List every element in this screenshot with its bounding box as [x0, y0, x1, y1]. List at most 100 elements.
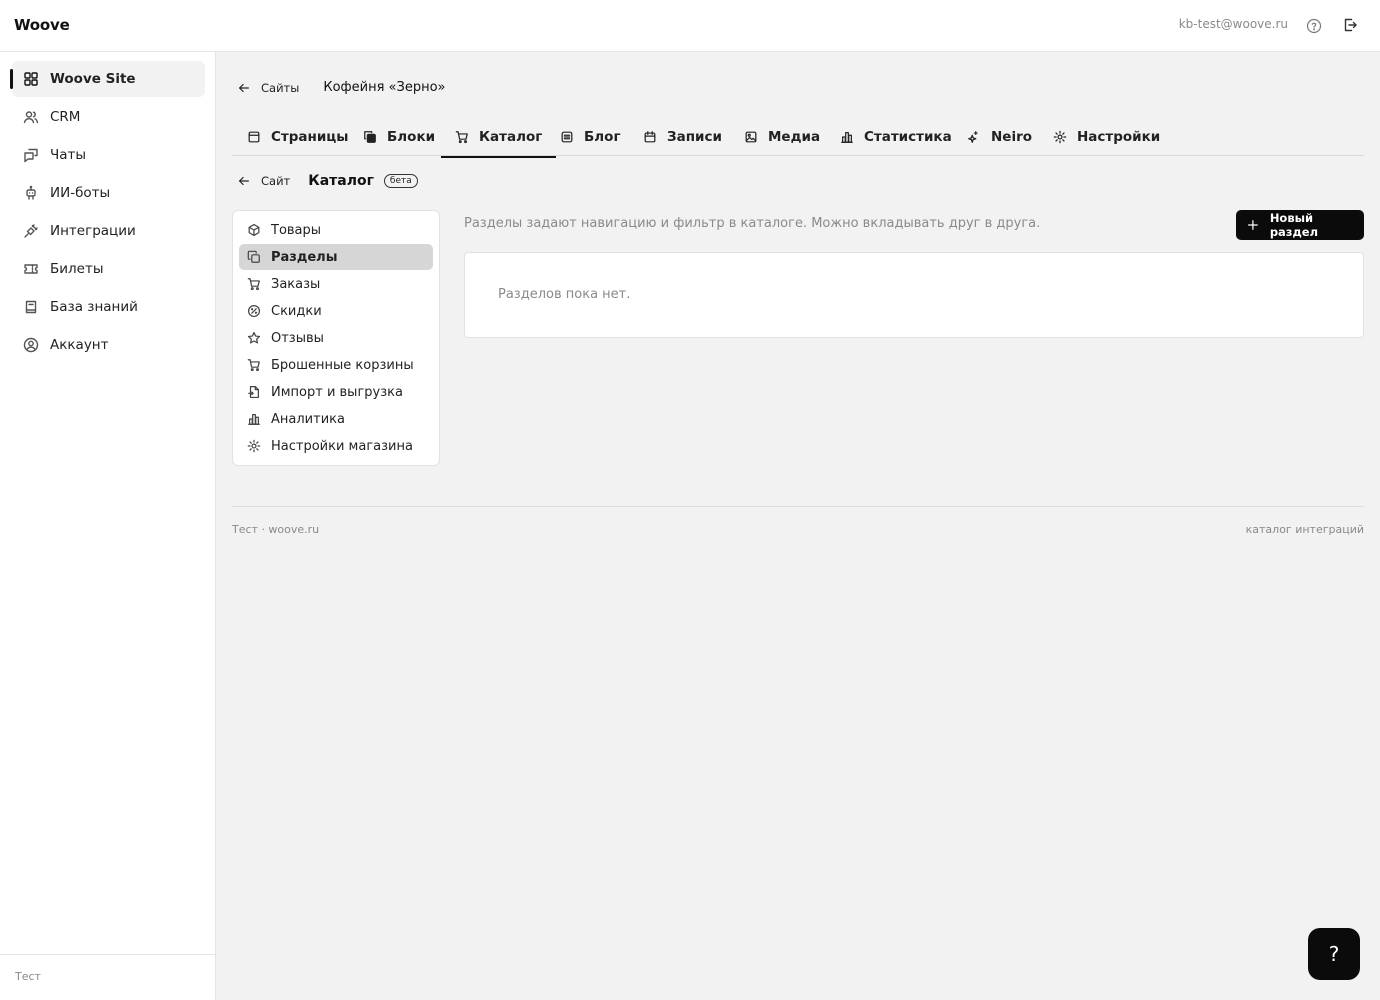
menu-label: Брошенные корзины [271, 357, 414, 373]
cart-icon [247, 359, 260, 372]
tab-settings[interactable]: Настройки [1053, 118, 1160, 156]
users-icon [23, 111, 39, 124]
tab-neiro[interactable]: Neiro [967, 118, 1032, 156]
sidebar-item-tickets[interactable]: Билеты [12, 251, 205, 287]
tab-media[interactable]: Медиа [744, 118, 820, 156]
tab-catalog[interactable]: Каталог [440, 118, 557, 158]
catalog-menu-import-export[interactable]: Импорт и выгрузка [239, 379, 433, 405]
book-icon [25, 300, 37, 314]
copy-icon [247, 250, 260, 263]
calendar-icon [644, 131, 656, 143]
list-icon [561, 131, 573, 143]
menu-label: Заказы [271, 276, 321, 292]
sections-empty-card: Разделов пока нет. [464, 252, 1364, 338]
tab-label: Медиа [768, 129, 821, 145]
percent-icon [247, 304, 261, 318]
sidebar-item-integrations[interactable]: Интеграции [12, 213, 205, 249]
menu-label: Товары [271, 222, 322, 238]
sections-hint: Разделы задают навигацию и фильтр в ката… [464, 216, 1041, 231]
catalog-menu-store-settings[interactable]: Настройки магазина [239, 433, 433, 459]
star-icon [247, 331, 261, 344]
active-indicator [10, 69, 13, 89]
sidebar: Woove Site CRM Чаты ИИ-боты Интеграции Б… [0, 52, 216, 1000]
sidebar-item-ai-bots[interactable]: ИИ-боты [12, 175, 205, 211]
ticket-icon [24, 264, 38, 274]
catalog-menu-reviews[interactable]: Отзывы [239, 325, 433, 351]
page-title: Каталог [308, 173, 374, 189]
tab-label: Настройки [1077, 129, 1161, 145]
sidebar-item-account[interactable]: Аккаунт [12, 327, 205, 363]
help-button[interactable]: ? [1308, 928, 1360, 980]
catalog-menu-sections[interactable]: Разделы [239, 244, 433, 270]
catalog-menu-discounts[interactable]: Скидки [239, 298, 433, 324]
cart-icon [455, 131, 468, 144]
back-to-site-link[interactable]: Сайт [232, 174, 290, 188]
blocks-icon [364, 131, 376, 143]
new-section-button[interactable]: Новый раздел [1236, 210, 1364, 240]
tab-label: Neiro [991, 129, 1033, 145]
sidebar-item-label: Интеграции [50, 223, 136, 239]
chat-icon [24, 148, 38, 163]
arrow-left-icon [239, 83, 249, 92]
tab-records[interactable]: Записи [643, 118, 722, 156]
tab-label: Блоки [387, 129, 436, 145]
footer-site-info: Тест · woove.ru [232, 523, 320, 536]
sidebar-divider [0, 954, 215, 955]
button-label: Новый раздел [1269, 211, 1318, 239]
beta-badge: бета [383, 174, 418, 188]
sidebar-item-label: CRM [50, 109, 81, 125]
gear-icon [247, 439, 261, 453]
user-email: kb-test@woove.ru [1178, 17, 1288, 31]
help-circle-icon[interactable] [1306, 18, 1322, 34]
tab-blocks[interactable]: Блоки [363, 118, 435, 156]
arrow-left-icon [239, 176, 249, 186]
tab-label: Страницы [271, 129, 349, 145]
catalog-menu-abandoned-carts[interactable]: Брошенные корзины [239, 352, 433, 378]
integrations-catalog-link[interactable]: каталог интеграций [1246, 523, 1364, 536]
top-bar: Woove kb-test@woove.ru [0, 0, 1380, 52]
sidebar-item-crm[interactable]: CRM [12, 99, 205, 135]
menu-label: Импорт и выгрузка [271, 384, 403, 400]
tab-label: Каталог [479, 129, 543, 145]
tab-label: Записи [667, 129, 722, 145]
chart-icon [841, 132, 853, 143]
sidebar-item-label: Билеты [50, 261, 104, 277]
sidebar-item-label: База знаний [50, 299, 138, 315]
catalog-menu-products[interactable]: Товары [239, 217, 433, 243]
empty-state-text: Разделов пока нет. [498, 287, 631, 302]
tab-label: Статистика [864, 129, 952, 145]
catalog-menu-analytics[interactable]: Аналитика [239, 406, 433, 432]
user-circle-icon [23, 337, 39, 353]
menu-label: Аналитика [271, 411, 345, 427]
sidebar-item-chats[interactable]: Чаты [12, 137, 205, 173]
sidebar-item-label: Woove Site [50, 71, 136, 87]
sidebar-item-knowledge-base[interactable]: База знаний [12, 289, 205, 325]
sparkle-icon [968, 131, 978, 143]
bot-icon [26, 185, 36, 200]
catalog-menu: Товары Разделы Заказы Скидки Отзывы Брош… [232, 210, 440, 466]
image-icon [745, 131, 757, 143]
menu-label: Отзывы [271, 330, 324, 346]
back-label: Сайты [261, 80, 300, 95]
logout-icon[interactable] [1342, 17, 1358, 33]
page-icon [248, 131, 260, 143]
gear-icon [1053, 130, 1067, 144]
back-label: Сайт [261, 174, 291, 188]
tab-blog[interactable]: Блог [560, 118, 621, 156]
sidebar-item-label: Аккаунт [50, 337, 109, 353]
tab-pages[interactable]: Страницы [247, 118, 349, 156]
breadcrumb: Сайты Кофейня «Зерно» [232, 80, 446, 95]
cart-icon [247, 278, 260, 291]
grid-icon [24, 72, 38, 86]
back-to-sites-link[interactable]: Сайты [232, 81, 299, 95]
sidebar-item-woove-site[interactable]: Woove Site [12, 61, 205, 97]
tab-statistics[interactable]: Статистика [840, 118, 952, 156]
chart-icon [248, 414, 260, 425]
menu-label: Скидки [271, 303, 322, 319]
site-tabs: Страницы Блоки Каталог Блог Записи Медиа… [232, 118, 1364, 158]
site-name: Кофейня «Зерно» [323, 80, 446, 95]
sidebar-item-label: Чаты [50, 147, 87, 163]
app-logo[interactable]: Woove [14, 16, 70, 34]
sidebar-footer: Тест [15, 970, 41, 983]
catalog-menu-orders[interactable]: Заказы [239, 271, 433, 297]
